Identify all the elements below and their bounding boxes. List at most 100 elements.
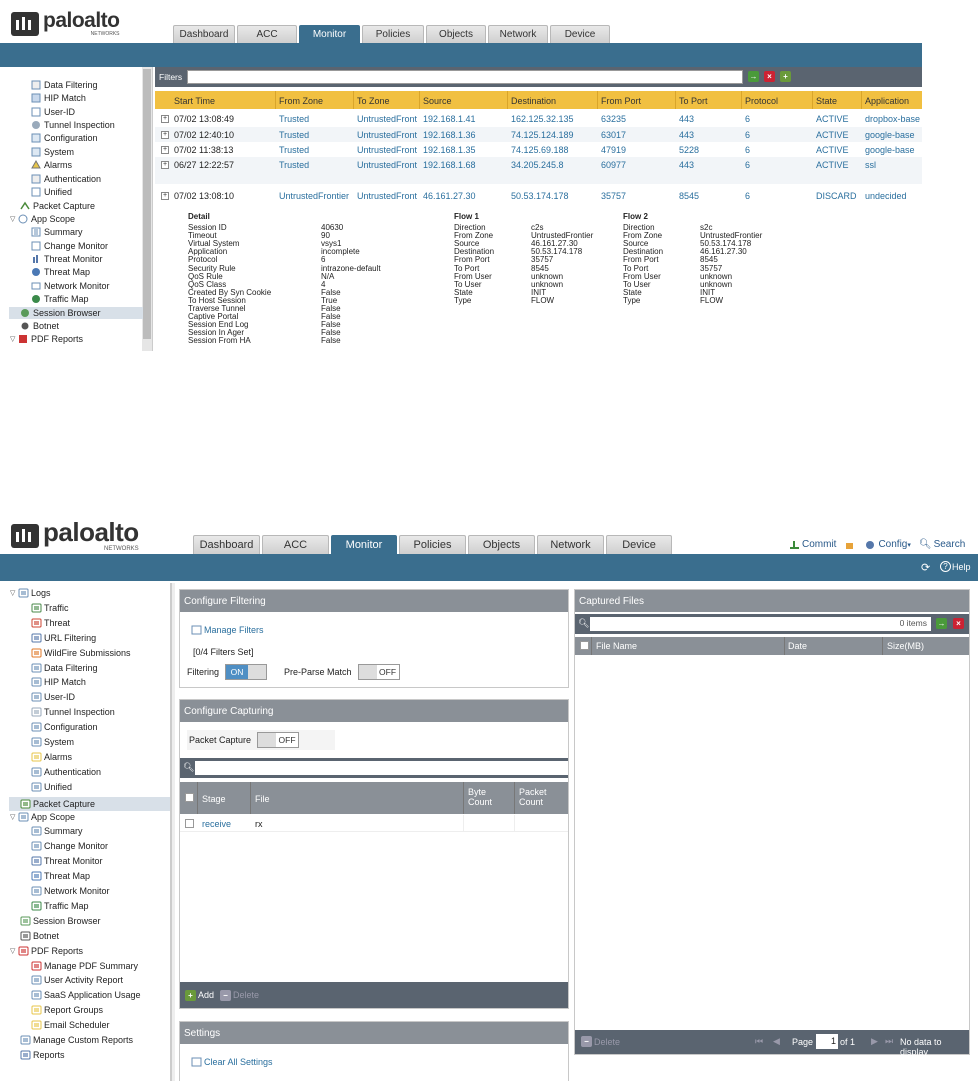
expand-triangle-icon[interactable]: ▽ [10, 947, 18, 955]
tree-item-reports[interactable]: Reports [20, 1050, 65, 1060]
col-destination[interactable]: Destination [511, 96, 556, 106]
tree-item-change-monitor[interactable]: Change Monitor [31, 841, 108, 851]
next-page-icon[interactable]: ▶ [871, 1036, 878, 1047]
tab-policies[interactable]: Policies [362, 25, 424, 43]
tree-scrollbar[interactable] [142, 67, 152, 351]
refresh-icon[interactable]: ⟳ [921, 561, 930, 574]
cell-protocol[interactable]: 6 [745, 114, 750, 124]
cell-destination[interactable]: 34.205.245.8 [511, 160, 564, 170]
tree-item-traffic-map[interactable]: Traffic Map [31, 294, 89, 304]
table-row[interactable]: +07/02 13:08:10 UntrustedFrontier Untruste… [155, 188, 922, 204]
tree-item-authentication[interactable]: Authentication [31, 174, 101, 184]
tree-item-user-id[interactable]: User-ID [31, 692, 75, 702]
cell-source[interactable]: 192.168.1.36 [423, 130, 476, 140]
tab-monitor[interactable]: Monitor [331, 535, 397, 554]
tab-monitor[interactable]: Monitor [299, 25, 360, 43]
cell-state[interactable]: ACTIVE [816, 114, 849, 124]
tree-item-change-monitor[interactable]: Change Monitor [31, 241, 108, 251]
tree-item-user-activity-report[interactable]: User Activity Report [31, 975, 123, 985]
cell-application[interactable]: undecided [865, 191, 907, 201]
splitter-handle[interactable] [171, 583, 175, 1081]
col-byte-count[interactable]: Byte Count [468, 787, 508, 807]
tab-dashboard[interactable]: Dashboard [193, 535, 260, 554]
tree-item-url-filtering[interactable]: URL Filtering [31, 633, 96, 643]
cell-to-zone[interactable]: UntrustedFront... [357, 160, 417, 170]
tree-item-manage-custom-reports[interactable]: Manage Custom Reports [20, 1035, 133, 1045]
cell-to-port[interactable]: 443 [679, 114, 694, 124]
tree-item-alarms[interactable]: Alarms [31, 752, 72, 762]
col-to-zone[interactable]: To Zone [357, 96, 390, 106]
first-page-icon[interactable]: ⏮ [755, 1036, 763, 1047]
tab-device[interactable]: Device [550, 25, 610, 43]
tree-item-configuration[interactable]: Configuration [31, 722, 98, 732]
config-menu[interactable]: Config ▾ [865, 539, 911, 550]
tab-dashboard[interactable]: Dashboard [173, 25, 235, 43]
tree-item-packet-capture[interactable]: Packet Capture [9, 796, 170, 811]
cell-source[interactable]: 192.168.1.41 [423, 114, 476, 124]
delete-button[interactable]: − Delete [220, 989, 259, 1001]
clear-all-settings-link[interactable]: Clear All Settings [191, 1057, 273, 1067]
tab-device[interactable]: Device [606, 535, 672, 554]
filter-input[interactable] [187, 70, 743, 84]
cell-application[interactable]: dropbox-base [865, 114, 920, 124]
table-row[interactable]: receive rx [180, 815, 568, 832]
cell-state[interactable]: DISCARD [816, 191, 857, 201]
tab-network[interactable]: Network [488, 25, 548, 43]
cell-from-zone[interactable]: Trusted [279, 114, 309, 124]
tree-item-manage-pdf-summary[interactable]: Manage PDF Summary [31, 961, 138, 971]
expand-row-icon[interactable]: + [161, 161, 169, 169]
col-state[interactable]: State [816, 96, 837, 106]
captured-search-input[interactable]: 0 items [590, 617, 931, 631]
clear-search-icon[interactable]: × [953, 618, 964, 629]
tree-item-traffic[interactable]: Traffic [31, 603, 69, 613]
add-button[interactable]: + Add [185, 989, 214, 1001]
tree-item-report-groups[interactable]: Report Groups [31, 1005, 103, 1015]
tab-acc[interactable]: ACC [262, 535, 329, 554]
tree-item-network-monitor[interactable]: Network Monitor [31, 886, 110, 896]
cell-to-port[interactable]: 5228 [679, 145, 699, 155]
tree-item-system[interactable]: System [31, 737, 74, 747]
tree-item-wildfire-submissions[interactable]: WildFire Submissions [31, 648, 131, 658]
cell-application[interactable]: google-base [865, 145, 915, 155]
select-all-checkbox[interactable] [580, 641, 589, 650]
apply-search-icon[interactable]: → [936, 618, 947, 629]
cell-protocol[interactable]: 6 [745, 130, 750, 140]
lock-icon[interactable] [844, 539, 855, 549]
cell-protocol[interactable]: 6 [745, 191, 750, 201]
expand-triangle-icon[interactable]: ▽ [10, 335, 18, 343]
cell-source[interactable]: 192.168.1.68 [423, 160, 476, 170]
cell-from-port[interactable]: 60977 [601, 160, 626, 170]
col-packet-count[interactable]: Packet Count [519, 787, 559, 807]
col-source[interactable]: Source [423, 96, 452, 106]
tree-item-alarms[interactable]: Alarms [31, 160, 72, 170]
tree-item-session-browser[interactable]: Session Browser [20, 916, 101, 926]
tree-item-logs[interactable]: ▽ Logs [10, 588, 51, 598]
tree-item-packet-capture[interactable]: Packet Capture [20, 201, 95, 211]
tree-item-session-browser[interactable]: Session Browser [9, 307, 143, 319]
cell-protocol[interactable]: 6 [745, 160, 750, 170]
filtering-toggle[interactable]: ON [225, 664, 268, 680]
expand-row-icon[interactable]: + [161, 192, 169, 200]
tab-network[interactable]: Network [537, 535, 604, 554]
tab-objects[interactable]: Objects [468, 535, 535, 554]
tree-item-user-id[interactable]: User-ID [31, 107, 75, 117]
cell-application[interactable]: ssl [865, 160, 876, 170]
search-link[interactable]: 🔍︎ Search [919, 539, 965, 550]
table-row[interactable]: +07/02 13:08:49 Trusted UntrustedFront... 1… [155, 111, 922, 126]
tree-item-data-filtering[interactable]: Data Filtering [31, 663, 98, 673]
apply-filter-icon[interactable]: → [748, 71, 759, 82]
tree-item-traffic-map[interactable]: Traffic Map [31, 901, 89, 911]
delete-button[interactable]: − Delete [581, 1036, 620, 1047]
cell-to-zone[interactable]: UntrustedFront... [357, 191, 417, 201]
tree-item-threat-map[interactable]: Threat Map [31, 871, 90, 881]
expand-row-icon[interactable]: + [161, 146, 169, 154]
table-row[interactable]: +07/02 12:40:10 Trusted UntrustedFront... 1… [155, 127, 922, 142]
tree-item-summary[interactable]: Summary [31, 227, 83, 237]
last-page-icon[interactable]: ⏭ [885, 1036, 893, 1047]
col-date[interactable]: Date [788, 641, 807, 651]
cell-from-port[interactable]: 63017 [601, 130, 626, 140]
preparse-toggle[interactable]: OFF [357, 664, 400, 680]
tree-item-botnet[interactable]: Botnet [20, 931, 59, 941]
cell-from-zone[interactable]: Trusted [279, 130, 309, 140]
tab-objects[interactable]: Objects [426, 25, 486, 43]
